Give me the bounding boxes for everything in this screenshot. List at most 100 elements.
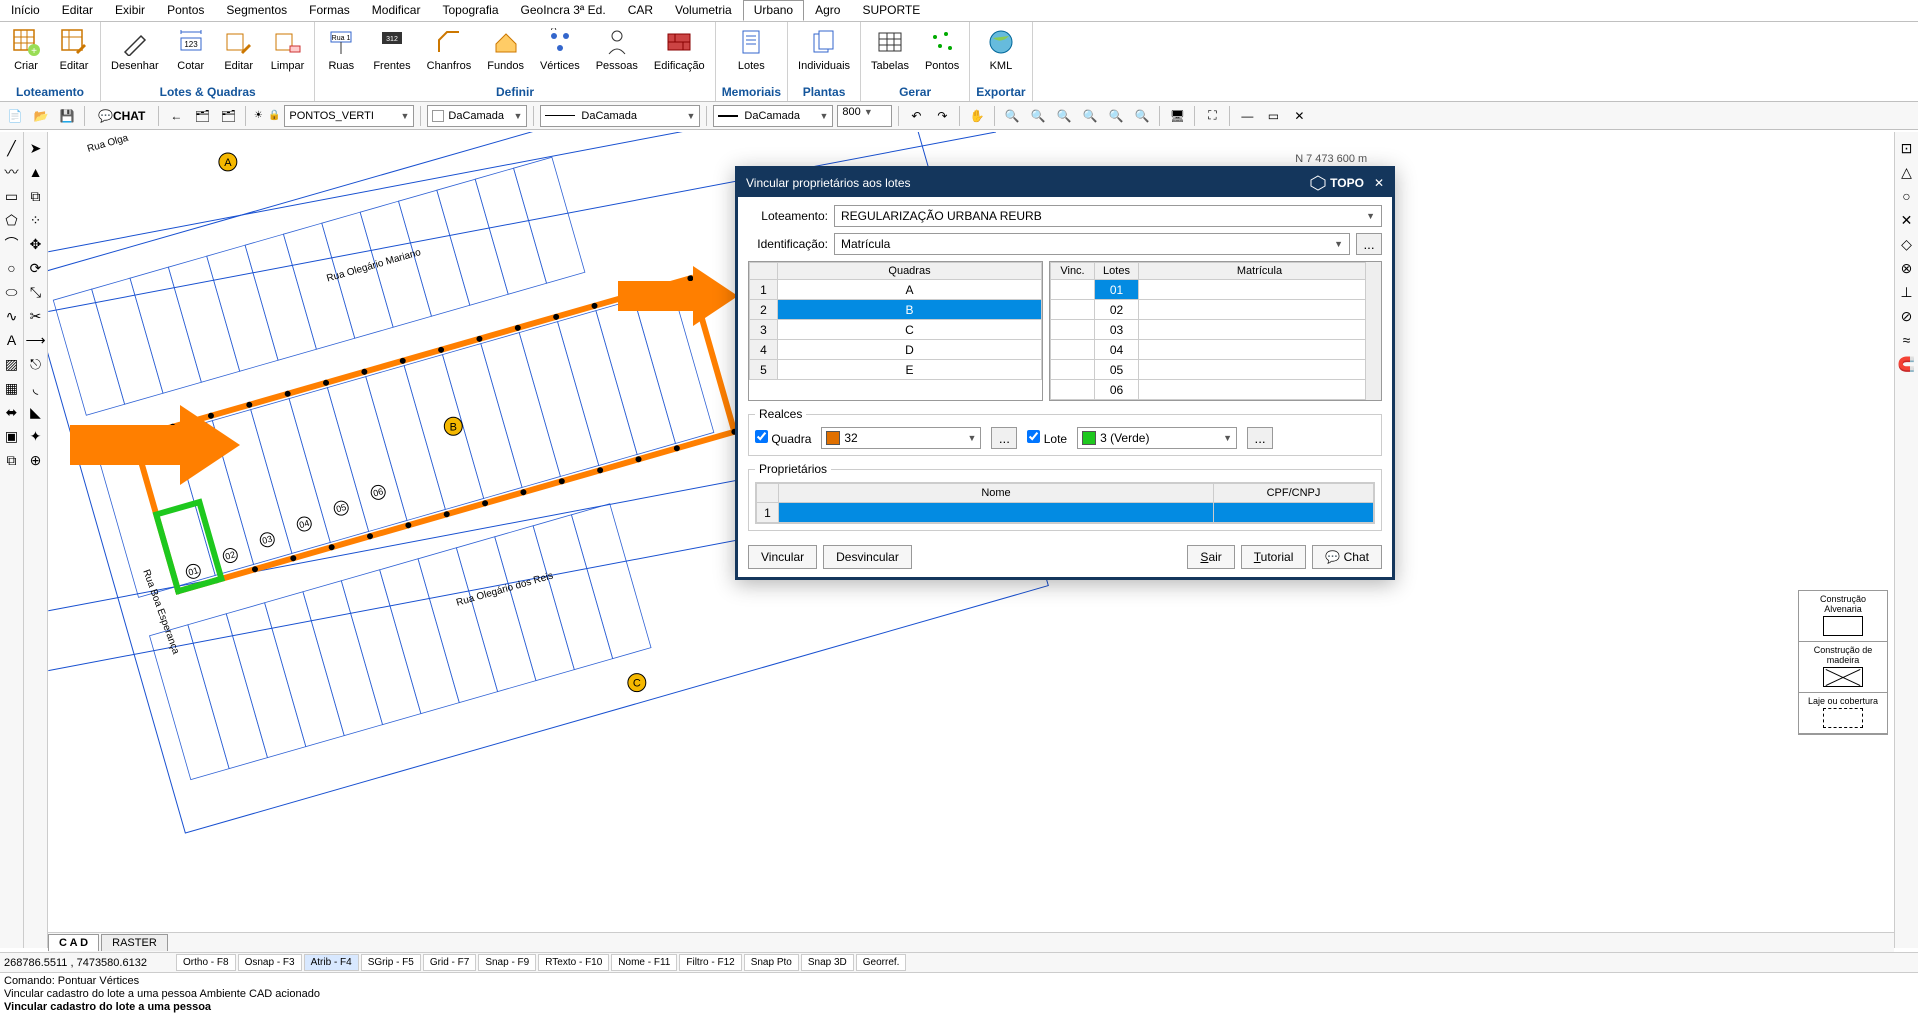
lock-icon[interactable]: 🔒 <box>268 105 280 127</box>
ribbon-tab[interactable]: Formas <box>298 0 361 21</box>
snap-toggle[interactable]: Georref. <box>856 954 907 971</box>
lote-checkbox[interactable]: Lote <box>1027 430 1067 446</box>
quadra-more-button[interactable]: ... <box>991 427 1017 449</box>
loteamento-select[interactable]: REGULARIZAÇÃO URBANA REURB▼ <box>834 205 1382 227</box>
ribbon-tab[interactable]: Modificar <box>361 0 432 21</box>
individuais-button[interactable]: Individuais <box>794 24 854 74</box>
pan-icon[interactable]: ✋ <box>966 105 988 127</box>
ribbon-tab[interactable]: Topografia <box>431 0 509 21</box>
polygon-icon[interactable]: ⬠ <box>2 210 22 230</box>
zoom-in-icon[interactable]: 🔍 <box>1001 105 1023 127</box>
mirror-icon[interactable]: ▲ <box>26 162 46 182</box>
line-icon[interactable]: ╱ <box>2 138 22 158</box>
circle-icon[interactable]: ○ <box>2 258 22 278</box>
lote-color-select[interactable]: 3 (Verde)▼ <box>1077 427 1237 449</box>
join-icon[interactable]: ⊕ <box>26 450 46 470</box>
maximize-icon[interactable]: ▭ <box>1262 105 1284 127</box>
limpar-button[interactable]: Limpar <box>267 24 309 74</box>
proprietarios-grid[interactable]: NomeCPF/CNPJ 1 <box>755 482 1375 524</box>
polyline-icon[interactable]: 〰 <box>2 162 22 182</box>
dacamada-select-2[interactable]: DaCamada▼ <box>540 105 700 127</box>
magnet-icon[interactable]: 🧲 <box>1897 354 1917 374</box>
break-icon[interactable]: ⎋ <box>26 354 46 374</box>
snap-toggle[interactable]: Snap Pto <box>744 954 799 971</box>
snap-toggle[interactable]: Grid - F7 <box>423 954 476 971</box>
dialog-title-bar[interactable]: Vincular proprietários aos lotes TOPO ✕ <box>738 169 1392 197</box>
ribbon-tab[interactable]: Pontos <box>156 0 215 21</box>
rect-icon[interactable]: ▭ <box>2 186 22 206</box>
ribbon-tab[interactable]: Exibir <box>104 0 156 21</box>
editar-lotes-button[interactable]: Editar <box>219 24 259 74</box>
ruas-button[interactable]: Rua 1Ruas <box>321 24 361 74</box>
zoom-realtime-icon[interactable]: 🔍 <box>1131 105 1153 127</box>
snap-intersect-icon[interactable]: ⊗ <box>1897 258 1917 278</box>
layers-icon[interactable]: 🗂 <box>217 105 239 127</box>
dimension-icon[interactable]: ⬌ <box>2 402 22 422</box>
snap-toggle[interactable]: Snap - F9 <box>478 954 536 971</box>
scrollbar[interactable] <box>1365 262 1381 400</box>
identificacao-select[interactable]: Matrícula▼ <box>834 233 1350 255</box>
vincular-button[interactable]: Vincular <box>748 545 817 569</box>
ribbon-tab[interactable]: Editar <box>51 0 104 21</box>
tutorial-button[interactable]: Tutorial <box>1241 545 1307 569</box>
fullscreen-icon[interactable]: ⛶ <box>1201 105 1223 127</box>
desvincular-button[interactable]: Desvincular <box>823 545 912 569</box>
zoom-window-icon[interactable]: 🔍 <box>1053 105 1075 127</box>
snap-tan-icon[interactable]: ⊘ <box>1897 306 1917 326</box>
zoom-out-icon[interactable]: 🔍 <box>1027 105 1049 127</box>
crop-icon[interactable]: ⧉ <box>2 450 22 470</box>
chanfros-button[interactable]: Chanfros <box>423 24 476 74</box>
arc-icon[interactable]: ⌒ <box>2 234 22 254</box>
zoom-previous-icon[interactable]: 🔍 <box>1105 105 1127 127</box>
region-icon[interactable]: ▣ <box>2 426 22 446</box>
ribbon-tab[interactable]: GeoIncra 3ª Ed. <box>510 0 617 21</box>
open-file-icon[interactable]: 📂 <box>30 105 52 127</box>
array-icon[interactable]: ⁘ <box>26 210 46 230</box>
offset-icon[interactable]: ⧉ <box>26 186 46 206</box>
close-icon[interactable]: ✕ <box>1288 105 1310 127</box>
snap-toggle[interactable]: Snap 3D <box>801 954 854 971</box>
explode-icon[interactable]: ✦ <box>26 426 46 446</box>
snap-toggle[interactable]: RTexto - F10 <box>538 954 609 971</box>
quadra-checkbox[interactable]: Quadra <box>755 430 811 446</box>
fillet-icon[interactable]: ◟ <box>26 378 46 398</box>
undo-icon[interactable]: ↶ <box>905 105 927 127</box>
kml-button[interactable]: KML <box>981 24 1021 74</box>
snap-toggle[interactable]: Osnap - F3 <box>238 954 302 971</box>
ribbon-tab-active[interactable]: Urbano <box>743 0 804 21</box>
trim-icon[interactable]: ✂ <box>26 306 46 326</box>
criar-button[interactable]: +Criar <box>6 24 46 74</box>
pessoas-button[interactable]: Pessoas <box>592 24 642 74</box>
snap-toggle[interactable]: Filtro - F12 <box>679 954 741 971</box>
frentes-button[interactable]: 312Frentes <box>369 24 414 74</box>
snap-center-icon[interactable]: ○ <box>1897 186 1917 206</box>
ribbon-tab[interactable]: Início <box>0 0 51 21</box>
quadra-color-select[interactable]: 32▼ <box>821 427 981 449</box>
fundos-button[interactable]: Fundos <box>483 24 528 74</box>
zoom-extents-icon[interactable]: 🔍 <box>1079 105 1101 127</box>
text-icon[interactable]: A <box>2 330 22 350</box>
desenhar-button[interactable]: Desenhar <box>107 24 163 74</box>
tab-raster[interactable]: RASTER <box>101 934 168 951</box>
save-file-icon[interactable]: 💾 <box>56 105 78 127</box>
command-line[interactable]: Comando: Pontuar Vértices Vincular cadas… <box>0 972 1918 1010</box>
sair-button[interactable]: Sair <box>1187 545 1234 569</box>
ellipse-icon[interactable]: ⬭ <box>2 282 22 302</box>
ribbon-tab[interactable]: Segmentos <box>215 0 298 21</box>
sun-icon[interactable]: ☀ <box>252 105 264 127</box>
screen-icon[interactable]: 🖥 <box>1166 105 1188 127</box>
hatch-icon[interactable]: ▨ <box>2 354 22 374</box>
identificacao-more-button[interactable]: ... <box>1356 233 1382 255</box>
rotate-icon[interactable]: ⟳ <box>26 258 46 278</box>
select-icon[interactable]: ➤ <box>26 138 46 158</box>
edificacao-button[interactable]: Edificação <box>650 24 709 74</box>
redo-icon[interactable]: ↷ <box>931 105 953 127</box>
snap-mid-icon[interactable]: △ <box>1897 162 1917 182</box>
cotar-button[interactable]: 123Cotar <box>171 24 211 74</box>
lotes-grid[interactable]: Vinc.LotesMatrícula 01 02 03 04 05 06 <box>1049 261 1382 401</box>
dialog-close-icon[interactable]: ✕ <box>1374 176 1384 190</box>
snap-toggle[interactable]: Nome - F11 <box>611 954 677 971</box>
snap-toggle[interactable]: Ortho - F8 <box>176 954 236 971</box>
chat-button[interactable]: 💬 CHAT <box>91 105 152 127</box>
dacamada-select-1[interactable]: DaCamada▼ <box>427 105 527 127</box>
